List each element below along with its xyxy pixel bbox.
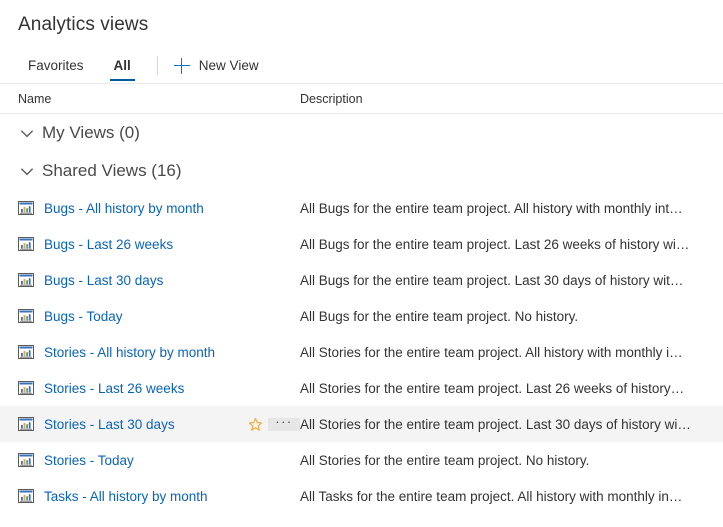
- row-name-cell: Tasks - All history by month: [0, 489, 300, 504]
- report-chart-icon: [18, 201, 34, 215]
- group-header-label: Shared Views (16): [42, 161, 182, 180]
- table-row[interactable]: Tasks - All history by month All Tasks fo…: [0, 478, 723, 514]
- report-chart-icon: [18, 453, 34, 467]
- row-name-cell: Stories - All history by month: [0, 345, 300, 360]
- chevron-down-icon: [20, 130, 34, 138]
- view-name-link[interactable]: Stories - Today: [44, 453, 134, 468]
- row-name-cell: Bugs - Last 26 weeks: [0, 237, 300, 252]
- plus-icon: [173, 57, 190, 74]
- group-header-label: My Views (0): [42, 123, 140, 142]
- favorite-button[interactable]: [242, 417, 268, 432]
- views-list: My Views (0) Shared Views (16) Bugs - All …: [0, 114, 723, 514]
- row-name-cell: Stories - Today: [0, 453, 300, 468]
- row-name-cell: Bugs - Last 30 days: [0, 273, 300, 288]
- row-name-cell: Bugs - Today: [0, 309, 300, 324]
- view-name-link[interactable]: Tasks - All history by month: [44, 489, 208, 504]
- ellipsis-icon: ···: [275, 413, 293, 429]
- tab-favorites-label: Favorites: [28, 58, 84, 73]
- tab-all-label: All: [113, 58, 131, 73]
- view-name-link[interactable]: Stories - Last 30 days: [44, 417, 175, 432]
- group-header[interactable]: Shared Views (16): [0, 152, 723, 190]
- table-row[interactable]: Bugs - Today All Bugs for the entire team…: [0, 298, 723, 334]
- tab-all[interactable]: All: [104, 48, 141, 83]
- star-icon: [248, 417, 262, 431]
- table-row[interactable]: Stories - Last 26 weeks All Stories for t…: [0, 370, 723, 406]
- view-name-link[interactable]: Bugs - Last 26 weeks: [44, 237, 173, 252]
- row-description-cell: All Tasks for the entire team project. A…: [300, 488, 683, 504]
- view-name-link[interactable]: Bugs - Last 30 days: [44, 273, 163, 288]
- report-chart-icon: [18, 309, 34, 323]
- view-name-link[interactable]: Stories - All history by month: [44, 345, 215, 360]
- column-headers: Name Description: [0, 84, 723, 114]
- view-name-link[interactable]: Stories - Last 26 weeks: [44, 381, 184, 396]
- group-header[interactable]: My Views (0): [0, 114, 723, 152]
- row-description-cell: All Stories for the entire team project.…: [300, 380, 685, 396]
- view-name-link[interactable]: Bugs - All history by month: [44, 201, 204, 216]
- chevron-down-icon: [20, 168, 34, 176]
- table-row[interactable]: Stories - Last 30 days ··· All Stories for…: [0, 406, 723, 442]
- column-header-name[interactable]: Name: [0, 92, 300, 106]
- tab-favorites[interactable]: Favorites: [18, 48, 94, 83]
- row-description-cell: All Stories for the entire team project.…: [300, 416, 691, 432]
- table-row[interactable]: Bugs - Last 30 days All Bugs for the enti…: [0, 262, 723, 298]
- report-chart-icon: [18, 273, 34, 287]
- table-row[interactable]: Bugs - All history by month All Bugs for …: [0, 190, 723, 226]
- row-description-cell: All Bugs for the entire team project. Al…: [300, 200, 683, 216]
- row-description-cell: All Bugs for the entire team project. La…: [300, 272, 684, 288]
- new-view-label: New View: [198, 58, 259, 73]
- table-row[interactable]: Stories - All history by month All Storie…: [0, 334, 723, 370]
- report-chart-icon: [18, 345, 34, 359]
- row-description-cell: All Bugs for the entire team project. No…: [300, 308, 579, 324]
- report-chart-icon: [18, 237, 34, 251]
- tab-strip: Favorites All New View: [0, 48, 723, 84]
- report-chart-icon: [18, 417, 34, 431]
- report-chart-icon: [18, 489, 34, 503]
- report-chart-icon: [18, 381, 34, 395]
- new-view-button[interactable]: New View: [170, 48, 263, 83]
- row-name-cell: Stories - Last 30 days ···: [0, 413, 300, 432]
- table-row[interactable]: Stories - Today All Stories for the entir…: [0, 442, 723, 478]
- toolbar-divider: [156, 56, 158, 75]
- analytics-views-page: Analytics views Favorites All New View N…: [0, 0, 723, 527]
- row-name-cell: Stories - Last 26 weeks: [0, 381, 300, 396]
- page-title: Analytics views: [18, 14, 149, 35]
- row-description-cell: All Stories for the entire team project.…: [300, 344, 683, 360]
- row-name-cell: Bugs - All history by month: [0, 201, 300, 216]
- column-header-description[interactable]: Description: [300, 92, 723, 106]
- view-name-link[interactable]: Bugs - Today: [44, 309, 123, 324]
- row-description-cell: All Bugs for the entire team project. La…: [300, 236, 690, 252]
- row-description-cell: All Stories for the entire team project.…: [300, 452, 590, 468]
- table-row[interactable]: Bugs - Last 26 weeks All Bugs for the ent…: [0, 226, 723, 262]
- more-actions-button[interactable]: ···: [268, 413, 300, 431]
- row-actions: ···: [242, 413, 300, 432]
